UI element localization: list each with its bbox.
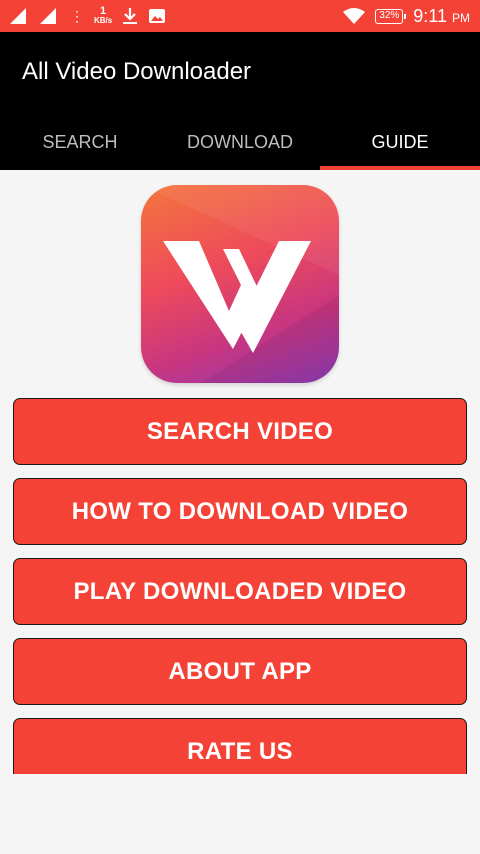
signal-icon [10,8,26,24]
tab-search[interactable]: SEARCH [0,114,160,170]
battery-level: 32% [379,9,400,21]
app-logo-icon [141,185,339,383]
tab-download[interactable]: DOWNLOAD [160,114,320,170]
download-icon [123,8,138,24]
image-icon [149,9,166,23]
search-video-button[interactable]: SEARCH VIDEO [13,398,467,465]
battery-icon: 32% [375,8,407,24]
play-downloaded-video-button[interactable]: PLAY DOWNLOADED VIDEO [13,558,467,625]
more-dots-icon: ⋮ [70,8,84,24]
status-bar: ⋮ 1 KB/s 32% 9:11 PM [0,0,480,32]
network-speed: 1 KB/s [94,5,113,26]
clock: 9:11 PM [413,5,470,26]
rate-us-button[interactable]: RATE US [13,718,467,774]
signal-icon [40,8,56,24]
wifi-icon [343,8,366,24]
about-app-button[interactable]: ABOUT APP [13,638,467,705]
tab-bar: SEARCH DOWNLOAD GUIDE [0,114,480,170]
tab-guide[interactable]: GUIDE [320,114,480,170]
app-title: All Video Downloader [22,58,252,85]
app-bar: All Video Downloader SEARCH DOWNLOAD GUI… [0,32,480,170]
how-to-download-video-button[interactable]: HOW TO DOWNLOAD VIDEO [13,478,467,545]
guide-content: SEARCH VIDEO HOW TO DOWNLOAD VIDEO PLAY … [0,170,480,774]
